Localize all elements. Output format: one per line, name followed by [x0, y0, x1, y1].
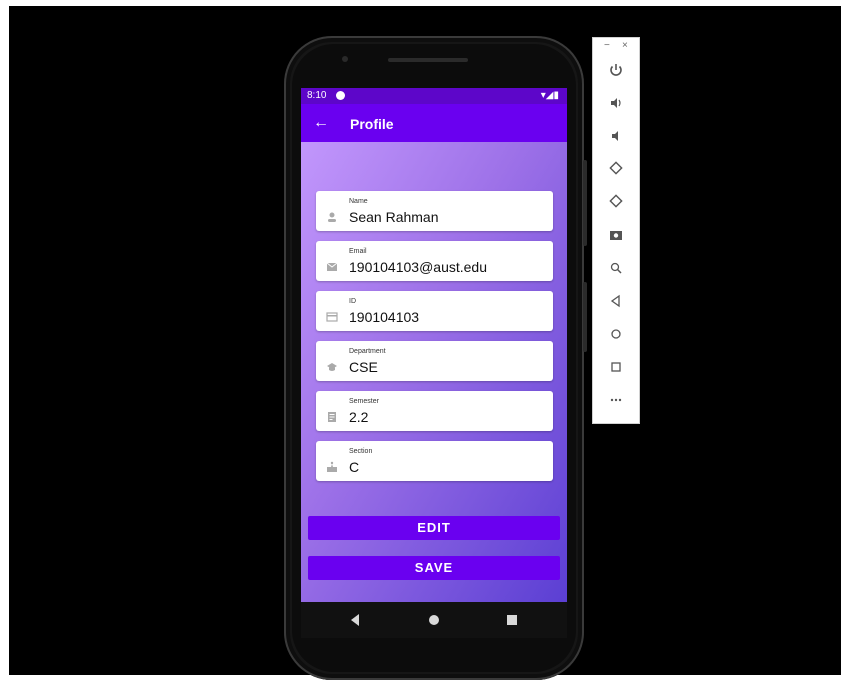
section-field[interactable]: Section C [316, 441, 553, 481]
earpiece-speaker [388, 58, 468, 62]
field-value: CSE [349, 359, 378, 375]
phone-display: 8:10 ▾◢▮ ← Profile Name Sean Rahman Emai… [301, 88, 567, 602]
rotate-right-icon[interactable] [593, 192, 639, 216]
status-bar: 8:10 ▾◢▮ [301, 88, 567, 104]
field-label: Semester [349, 398, 379, 405]
id-field[interactable]: ID 190104103 [316, 291, 553, 331]
more-icon[interactable] [593, 390, 639, 414]
email-field[interactable]: Email 190104103@aust.edu [316, 241, 553, 281]
field-label: Section [349, 448, 373, 455]
overview-icon[interactable] [593, 357, 639, 381]
side-button-power [583, 160, 587, 246]
field-label: Name [349, 198, 368, 205]
sign-icon [327, 461, 337, 472]
zoom-icon[interactable] [593, 258, 639, 282]
home-icon[interactable] [593, 324, 639, 348]
close-icon[interactable]: × [622, 40, 628, 51]
front-camera [342, 56, 348, 62]
back-icon[interactable] [593, 291, 639, 315]
camera-icon[interactable] [593, 225, 639, 249]
semester-field[interactable]: Semester 2.2 [316, 391, 553, 431]
field-value: 190104103@aust.edu [349, 259, 487, 275]
school-icon [327, 363, 337, 371]
arrow-left-icon[interactable]: ← [313, 114, 329, 132]
field-label: Department [349, 348, 386, 355]
field-value: Sean Rahman [349, 209, 439, 225]
notification-icon [336, 91, 345, 100]
save-button[interactable]: SAVE [308, 556, 560, 580]
nav-home-icon[interactable] [429, 615, 439, 625]
system-nav-bar [301, 602, 567, 638]
card-icon [326, 312, 338, 322]
status-time: 8:10 [307, 90, 327, 101]
power-icon[interactable] [593, 60, 639, 84]
field-value: 2.2 [349, 409, 369, 425]
field-label: ID [349, 298, 356, 305]
signal-battery-icons: ▾◢▮ [540, 90, 559, 101]
edit-button[interactable]: EDIT [308, 516, 560, 540]
mail-icon [326, 262, 338, 271]
nav-back-icon[interactable] [351, 614, 359, 626]
app-bar: ← Profile [301, 104, 567, 142]
department-field[interactable]: Department CSE [316, 341, 553, 381]
rotate-left-icon[interactable] [593, 159, 639, 183]
volume-down-icon[interactable] [593, 126, 639, 150]
notes-icon [328, 412, 336, 422]
volume-up-icon[interactable] [593, 93, 639, 117]
side-button-volume [583, 282, 587, 352]
minimize-icon[interactable]: − [604, 40, 610, 51]
person-icon [328, 212, 336, 222]
field-value: C [349, 459, 360, 475]
nav-recent-icon[interactable] [507, 615, 517, 625]
page-title: Profile [350, 116, 394, 132]
field-value: 190104103 [349, 309, 420, 325]
field-label: Email [349, 248, 367, 255]
name-field[interactable]: Name Sean Rahman [316, 191, 553, 231]
emulator-toolbar: − × [592, 37, 640, 424]
toolbar-window-controls: − × [593, 40, 639, 52]
